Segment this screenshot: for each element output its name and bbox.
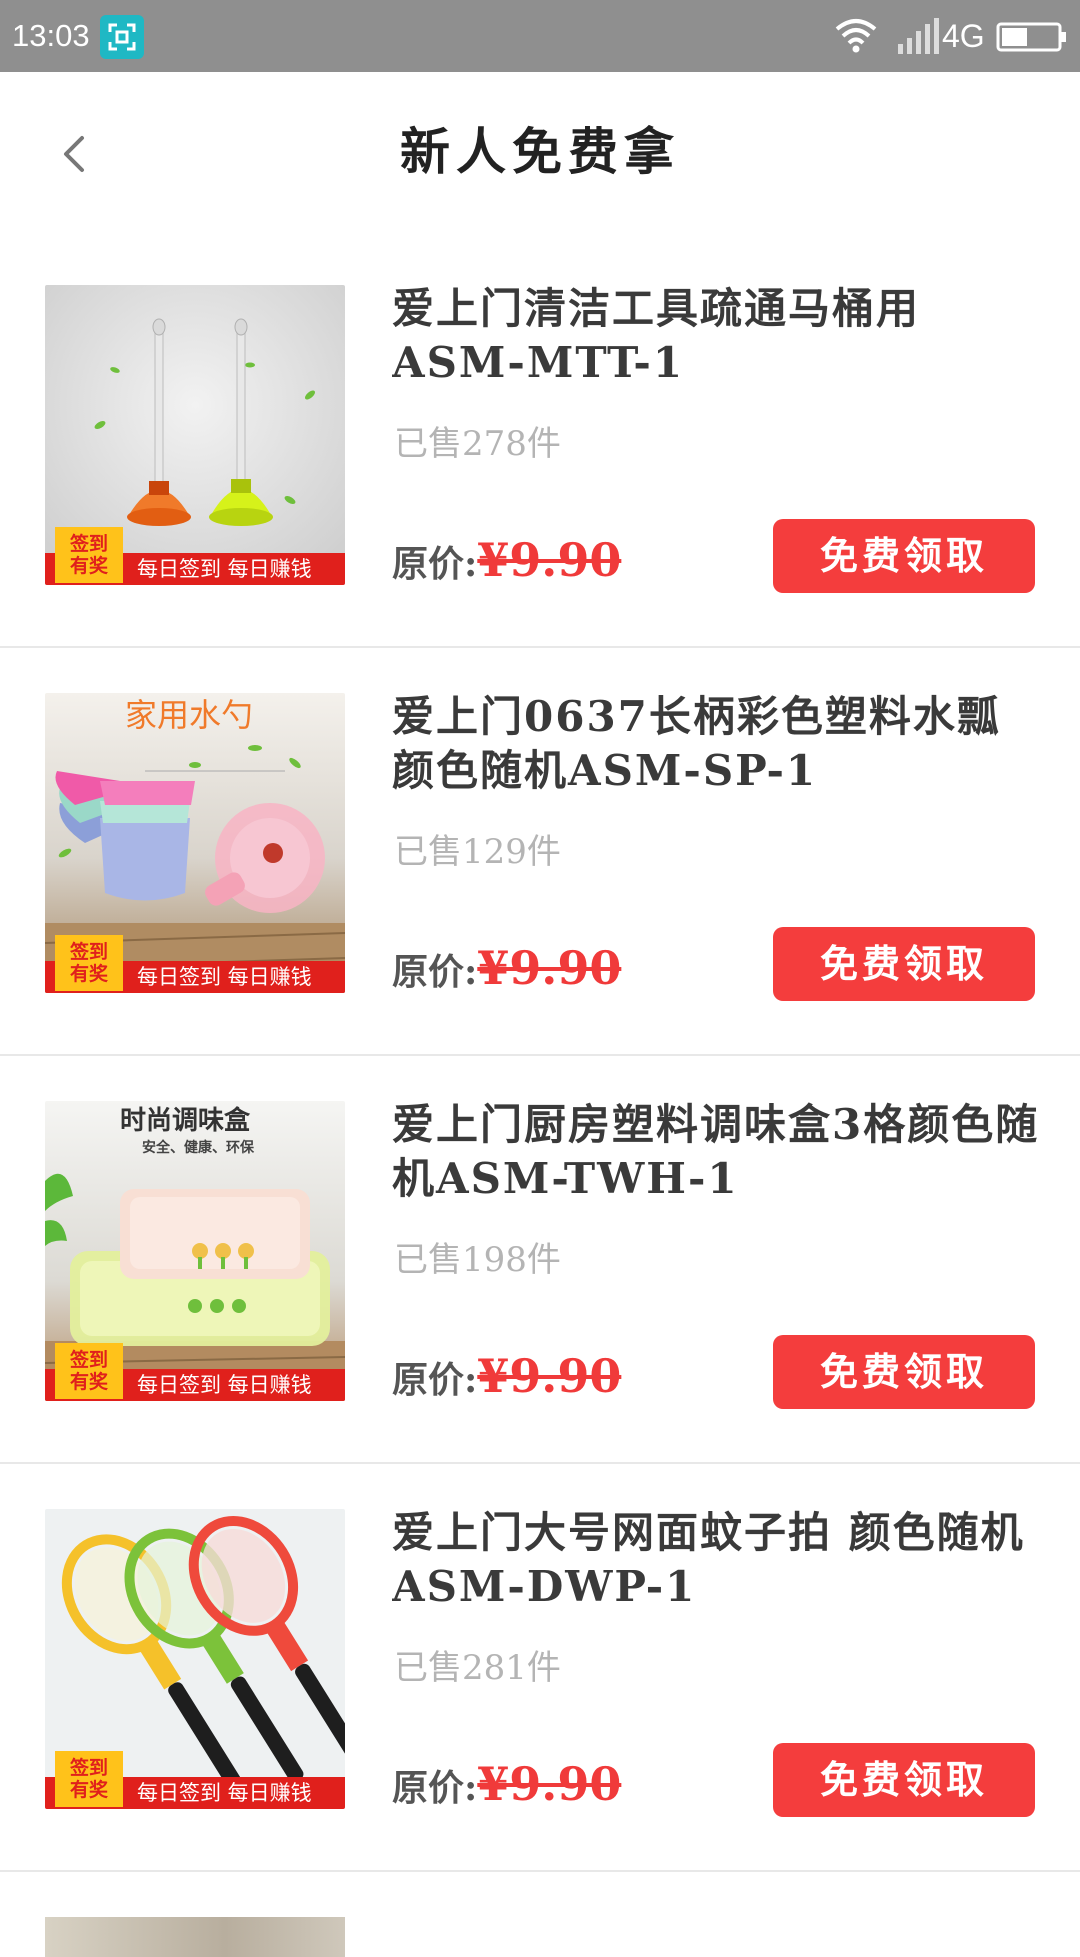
price-row: 原价:¥9.90	[392, 938, 621, 998]
product-name[interactable]: 爱上门清洁工具疏通马桶用ASM-MTT-1	[392, 282, 1042, 390]
product-card[interactable]: 签到 有奖 每日签到 每日赚钱 爱上门清洁工具疏通马桶用ASM-MTT-1 已售…	[0, 240, 1080, 648]
screenshot-icon	[100, 15, 144, 59]
product-card[interactable]: 时尚调味盒 安全、健康、环保 签到 有奖 每日签到 每日赚钱 爱上门厨房塑料调味…	[0, 1056, 1080, 1464]
product-image-partial	[45, 1917, 345, 1957]
thumb-subcaption: 安全、健康、环保	[142, 1140, 254, 1156]
claim-free-button[interactable]: 免费领取	[773, 927, 1035, 1001]
page-title: 新人免费拿	[400, 122, 680, 181]
price-row: 原价:¥9.90	[392, 1754, 621, 1814]
nav-bar: 新人免费拿	[0, 72, 1080, 240]
checkin-badge: 签到 有奖	[55, 527, 123, 583]
original-price: ¥9.90	[477, 1757, 622, 1811]
product-list: 签到 有奖 每日签到 每日赚钱 爱上门清洁工具疏通马桶用ASM-MTT-1 已售…	[0, 240, 1080, 1957]
product-name[interactable]: 爱上门厨房塑料调味盒3格颜色随机ASM-TWH-1	[392, 1098, 1042, 1206]
thumb-slogan: 每日签到 每日赚钱	[137, 965, 312, 989]
status-time: 13:03	[12, 18, 90, 53]
thumb-slogan: 每日签到 每日赚钱	[137, 1781, 312, 1805]
toilet-plunger-image[interactable]: 签到 有奖 每日签到 每日赚钱	[45, 285, 345, 585]
thumb-caption: 家用水勺	[125, 696, 254, 734]
claim-free-button[interactable]: 免费领取	[773, 519, 1035, 593]
price-label: 原价:	[392, 1359, 478, 1401]
price-row: 原价:¥9.90	[392, 1346, 621, 1406]
original-price: ¥9.90	[477, 941, 622, 995]
product-card[interactable]: 家用水勺 签到 有奖 每日签到 每日赚钱 爱上门0637长柄彩色塑料水瓢颜色随机…	[0, 648, 1080, 1056]
checkin-badge: 签到 有奖	[55, 935, 123, 991]
price-label: 原价:	[392, 543, 478, 585]
water-ladle-image[interactable]: 家用水勺 签到 有奖 每日签到 每日赚钱	[45, 693, 345, 993]
price-label: 原价:	[392, 951, 478, 993]
sold-count: 已售129件	[394, 832, 561, 872]
product-card[interactable]: 签到 有奖 每日签到 每日赚钱 爱上门大号网面蚊子拍 颜色随机ASM-DWP-1…	[0, 1464, 1080, 1872]
original-price: ¥9.90	[477, 1349, 622, 1403]
thumb-slogan: 每日签到 每日赚钱	[137, 1373, 312, 1397]
wifi-icon	[834, 16, 878, 59]
signal-icon	[896, 18, 940, 61]
original-price: ¥9.90	[477, 533, 622, 587]
seasoning-box-image[interactable]: 时尚调味盒 安全、健康、环保 签到 有奖 每日签到 每日赚钱	[45, 1101, 345, 1401]
mosquito-swatter-image[interactable]: 签到 有奖 每日签到 每日赚钱	[45, 1509, 345, 1809]
checkin-badge: 签到 有奖	[55, 1343, 123, 1399]
price-row: 原价:¥9.90	[392, 530, 621, 590]
claim-free-button[interactable]: 免费领取	[773, 1335, 1035, 1409]
thumb-slogan: 每日签到 每日赚钱	[137, 557, 312, 581]
battery-icon	[996, 22, 1068, 59]
product-name[interactable]: 爱上门大号网面蚊子拍 颜色随机ASM-DWP-1	[392, 1506, 1042, 1614]
claim-free-button[interactable]: 免费领取	[773, 1743, 1035, 1817]
status-bar: 13:03 4G	[0, 0, 1080, 72]
product-card-partial[interactable]	[0, 1872, 1080, 1957]
sold-count: 已售198件	[394, 1240, 561, 1280]
thumb-caption: 时尚调味盒	[120, 1106, 251, 1136]
sold-count: 已售278件	[394, 424, 561, 464]
price-label: 原价:	[392, 1767, 478, 1809]
product-name[interactable]: 爱上门0637长柄彩色塑料水瓢颜色随机ASM-SP-1	[392, 690, 1042, 798]
sold-count: 已售281件	[394, 1648, 561, 1688]
network-label: 4G	[942, 18, 985, 54]
checkin-badge: 签到 有奖	[55, 1751, 123, 1807]
